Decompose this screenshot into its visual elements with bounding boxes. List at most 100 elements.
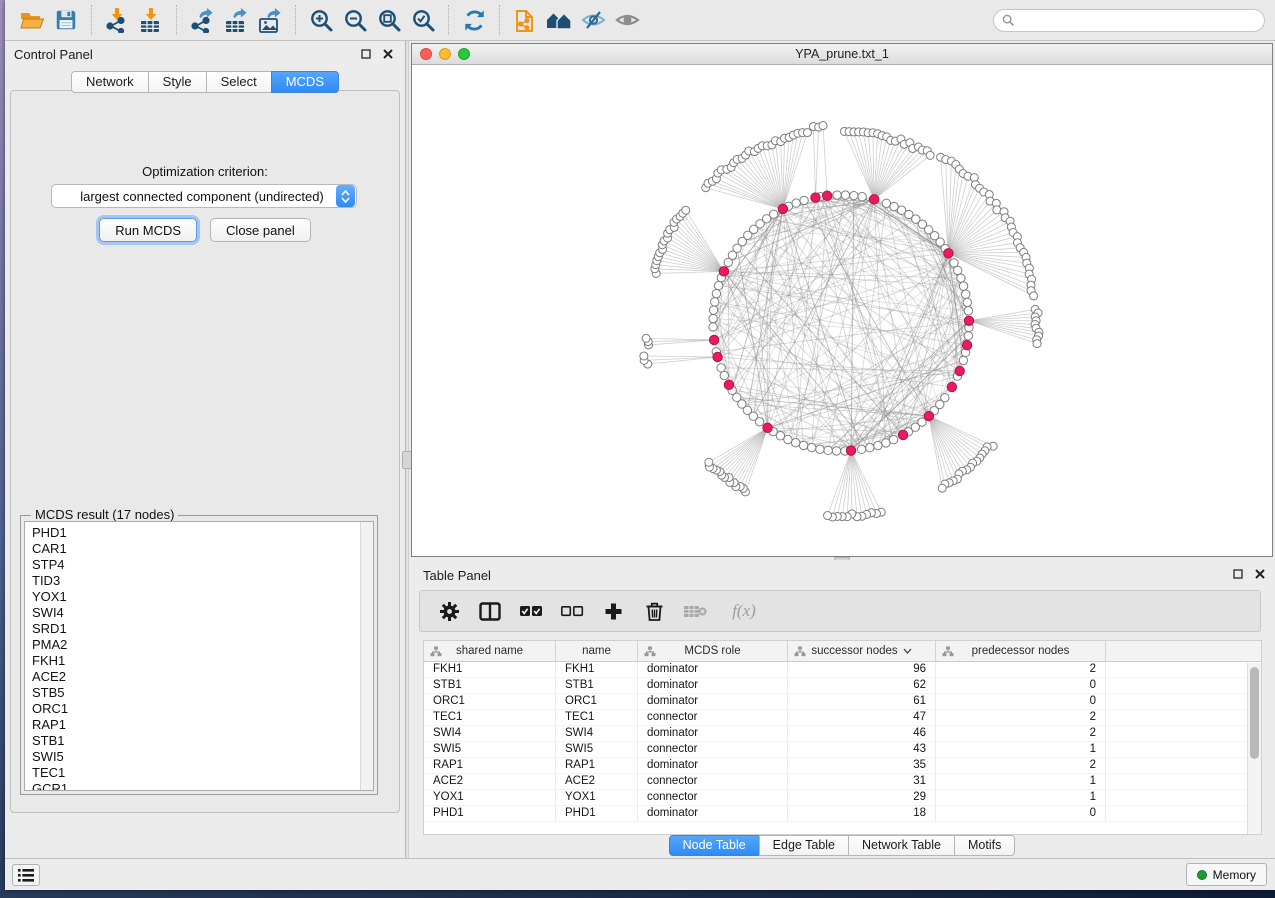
optimization-criterion-label: Optimization criterion: xyxy=(11,164,399,179)
select-all-icon[interactable] xyxy=(519,599,543,623)
table-row[interactable]: SWI4SWI4dominator462 xyxy=(424,726,1261,742)
table-row[interactable]: RAP1RAP1dominator352 xyxy=(424,758,1261,774)
mcds-result-item[interactable]: ORC1 xyxy=(32,701,360,717)
table-row[interactable]: TEC1TEC1connector472 xyxy=(424,710,1261,726)
table-scrollbar[interactable] xyxy=(1247,663,1261,834)
import-network-icon[interactable] xyxy=(100,4,134,36)
fx-label: f(x) xyxy=(732,601,756,621)
memory-button[interactable]: Memory xyxy=(1186,863,1267,886)
column-label: shared name xyxy=(456,645,523,657)
tab-edge-table[interactable]: Edge Table xyxy=(759,835,849,856)
table-row[interactable]: PHD1PHD1dominator180 xyxy=(424,806,1261,822)
run-mcds-button[interactable]: Run MCDS xyxy=(99,218,197,242)
zoom-out-icon[interactable] xyxy=(338,4,372,36)
table-row[interactable]: STB1STB1dominator620 xyxy=(424,678,1261,694)
sort-chevron-icon xyxy=(903,648,912,654)
main-toolbar xyxy=(5,0,1275,41)
zoom-in-icon[interactable] xyxy=(304,4,338,36)
column-header-mcds-role[interactable]: MCDS role xyxy=(638,641,788,661)
table-cell: 0 xyxy=(936,694,1106,709)
float-table-panel-icon[interactable] xyxy=(1231,567,1245,581)
add-row-icon[interactable] xyxy=(601,599,625,623)
network-window-titlebar[interactable]: YPA_prune.txt_1 xyxy=(412,44,1272,65)
search-icon xyxy=(1002,14,1015,27)
mcds-result-item[interactable]: FKH1 xyxy=(32,653,360,669)
import-table-icon[interactable] xyxy=(134,4,168,36)
float-window-icon[interactable] xyxy=(359,47,373,61)
criterion-select[interactable]: largest connected component (undirected) xyxy=(51,184,357,208)
mcds-result-item[interactable]: RAP1 xyxy=(32,717,360,733)
column-header-predecessor-nodes[interactable]: predecessor nodes xyxy=(936,641,1106,661)
tab-node-table[interactable]: Node Table xyxy=(669,835,760,856)
table-cell: 43 xyxy=(788,742,936,757)
column-header-name[interactable]: name xyxy=(556,641,638,661)
table-row[interactable]: ACE2ACE2connector311 xyxy=(424,774,1261,790)
table-cell: SWI5 xyxy=(556,742,638,757)
toolbar-separator xyxy=(176,5,177,35)
mcds-result-item[interactable]: ACE2 xyxy=(32,669,360,685)
zoom-fit-icon[interactable] xyxy=(372,4,406,36)
mcds-list-scrollbar[interactable] xyxy=(360,522,373,790)
table-row[interactable]: ORC1ORC1dominator610 xyxy=(424,694,1261,710)
column-header-successor-nodes[interactable]: successor nodes xyxy=(788,641,936,661)
share-document-icon[interactable] xyxy=(508,4,542,36)
show-eye-icon[interactable] xyxy=(610,4,644,36)
close-table-panel-icon[interactable] xyxy=(1253,567,1267,581)
network-canvas[interactable] xyxy=(412,65,1272,556)
mcds-result-item[interactable]: SRD1 xyxy=(32,621,360,637)
table-row[interactable]: SWI5SWI5connector431 xyxy=(424,742,1261,758)
close-panel-icon[interactable] xyxy=(381,47,395,61)
search-field[interactable] xyxy=(993,9,1265,32)
zoom-selected-icon[interactable] xyxy=(406,4,440,36)
table-scrollbar-thumb[interactable] xyxy=(1250,667,1259,759)
column-header-shared-name[interactable]: shared name xyxy=(424,641,556,661)
split-view-icon[interactable] xyxy=(478,599,502,623)
open-file-icon[interactable] xyxy=(15,4,49,36)
tab-select[interactable]: Select xyxy=(206,71,272,93)
table-cell: dominator xyxy=(638,678,788,693)
mcds-result-item[interactable]: TEC1 xyxy=(32,765,360,781)
mcds-result-item[interactable]: PHD1 xyxy=(32,525,360,541)
mcds-result-list[interactable]: PHD1CAR1STP4TID3YOX1SWI4SRD1PMA2FKH1ACE2… xyxy=(24,521,374,791)
node-table[interactable]: shared name name MCDS role xyxy=(423,640,1262,835)
mcds-result-item[interactable]: YOX1 xyxy=(32,589,360,605)
toolbar-separator xyxy=(295,5,296,35)
tab-network-table[interactable]: Network Table xyxy=(848,835,955,856)
control-panel-tabs: Network Style Select MCDS xyxy=(5,71,405,93)
export-table-icon[interactable] xyxy=(219,4,253,36)
home-view-icon[interactable] xyxy=(542,4,576,36)
mcds-result-item[interactable]: STP4 xyxy=(32,557,360,573)
table-row[interactable]: YOX1YOX1connector291 xyxy=(424,790,1261,806)
table-cell-filler xyxy=(1106,790,1261,805)
gear-icon[interactable] xyxy=(437,599,461,623)
mcds-result-item[interactable]: SWI4 xyxy=(32,605,360,621)
task-history-button[interactable] xyxy=(12,864,40,886)
table-cell-filler xyxy=(1106,710,1261,725)
table-cell: ORC1 xyxy=(556,694,638,709)
mcds-result-item[interactable]: PMA2 xyxy=(32,637,360,653)
export-image-icon[interactable] xyxy=(253,4,287,36)
mcds-result-item[interactable]: STB5 xyxy=(32,685,360,701)
delete-row-icon[interactable] xyxy=(642,599,666,623)
table-cell-filler xyxy=(1106,806,1261,821)
refresh-icon[interactable] xyxy=(457,4,491,36)
search-input[interactable] xyxy=(1015,13,1256,27)
attribute-icon xyxy=(794,646,806,657)
mcds-result-item[interactable]: TID3 xyxy=(32,573,360,589)
deselect-all-icon[interactable] xyxy=(560,599,584,623)
mcds-result-item[interactable]: STB1 xyxy=(32,733,360,749)
table-cell: 2 xyxy=(936,726,1106,741)
mcds-result-item[interactable]: SWI5 xyxy=(32,749,360,765)
save-session-icon[interactable] xyxy=(49,4,83,36)
mcds-result-item[interactable]: GCR1 xyxy=(32,781,360,791)
table-cell: RAP1 xyxy=(556,758,638,773)
tab-network[interactable]: Network xyxy=(71,71,149,93)
hide-eye-icon[interactable] xyxy=(576,4,610,36)
tab-mcds[interactable]: MCDS xyxy=(271,71,339,93)
mcds-result-item[interactable]: CAR1 xyxy=(32,541,360,557)
export-network-icon[interactable] xyxy=(185,4,219,36)
tab-style[interactable]: Style xyxy=(148,71,207,93)
table-row[interactable]: FKH1FKH1dominator962 xyxy=(424,662,1261,678)
tab-motifs[interactable]: Motifs xyxy=(954,835,1015,856)
close-panel-button[interactable]: Close panel xyxy=(210,218,311,242)
